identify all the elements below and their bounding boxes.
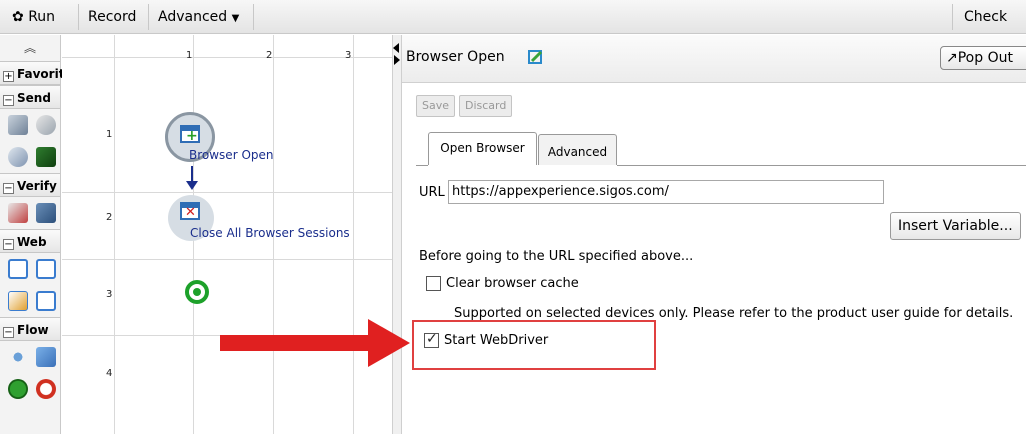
verify-timer-icon[interactable] bbox=[8, 203, 28, 223]
close-sessions-label[interactable]: Close All Browser Sessions bbox=[190, 226, 350, 240]
web-navigate-icon[interactable] bbox=[8, 259, 28, 279]
collapse-icon: − bbox=[3, 95, 14, 106]
row-number: 4 bbox=[106, 368, 113, 379]
tab-advanced[interactable]: Advanced bbox=[538, 134, 617, 165]
section-label: Web bbox=[17, 235, 47, 249]
palette-section-favorites[interactable]: + Favorites bbox=[0, 61, 80, 85]
run-button[interactable]: ✿ Run bbox=[4, 0, 63, 34]
collapse-icon: − bbox=[3, 239, 14, 250]
action-palette: ︽ + Favorites − Send − Verify − Web − Flow bbox=[0, 35, 80, 434]
advanced-label: Advanced bbox=[158, 9, 228, 25]
send-sms-icon[interactable] bbox=[8, 115, 28, 135]
url-field[interactable]: https://appexperience.sigos.com/ bbox=[448, 180, 884, 204]
web-click-icon[interactable] bbox=[36, 291, 56, 311]
palette-section-send[interactable]: − Send bbox=[0, 85, 60, 109]
pop-out-label: Pop Out bbox=[957, 50, 1013, 66]
send-data-icon[interactable] bbox=[36, 147, 56, 167]
splitter-arrow-icon bbox=[393, 43, 399, 53]
palette-section-flow[interactable]: − Flow bbox=[0, 317, 60, 341]
row-number: 1 bbox=[106, 129, 113, 140]
browser-add-icon: + bbox=[180, 125, 200, 143]
gear-icon: ✿ bbox=[12, 9, 24, 25]
advanced-menu[interactable]: Advanced ▼ bbox=[150, 0, 247, 34]
scroll-up-icon[interactable]: ︽ bbox=[0, 35, 60, 61]
insert-variable-button[interactable]: Insert Variable... bbox=[890, 212, 1021, 240]
section-label: Verify bbox=[17, 179, 57, 193]
column-number: 3 bbox=[345, 50, 352, 61]
discard-button[interactable]: Discard bbox=[459, 95, 513, 117]
send-voice-icon[interactable] bbox=[8, 147, 28, 167]
flow-script-icon[interactable] bbox=[36, 347, 56, 367]
palette-section-verify[interactable]: − Verify bbox=[0, 173, 60, 197]
check-in-button[interactable]: Check in bbox=[956, 0, 1026, 59]
record-label: Record bbox=[88, 9, 137, 25]
web-timer-icon[interactable] bbox=[36, 259, 56, 279]
section-label: Send bbox=[17, 91, 51, 105]
url-label: URL bbox=[419, 185, 445, 200]
column-number: 2 bbox=[266, 50, 273, 61]
clear-cache-label[interactable]: Clear browser cache bbox=[446, 276, 579, 291]
edit-icon[interactable] bbox=[528, 49, 544, 65]
flow-canvas[interactable]: 1 2 3 1 2 3 4 + Browser Open ✕ Close All… bbox=[62, 35, 392, 434]
flow-alarm-icon[interactable] bbox=[36, 379, 56, 399]
clear-cache-checkbox[interactable] bbox=[426, 276, 441, 291]
send-call-icon[interactable] bbox=[36, 115, 56, 135]
supported-note: Supported on selected devices only. Plea… bbox=[454, 306, 1014, 321]
browser-open-label[interactable]: Browser Open bbox=[189, 148, 274, 162]
row-number: 3 bbox=[106, 289, 113, 300]
collapse-icon: − bbox=[3, 327, 14, 338]
tab-open-browser[interactable]: Open Browser bbox=[428, 132, 537, 165]
panel-header: Browser Open ↗Pop Out bbox=[402, 35, 1026, 83]
annotation-highlight-box bbox=[412, 320, 656, 370]
before-url-text: Before going to the URL specified above.… bbox=[419, 249, 694, 264]
arrowhead-icon bbox=[186, 181, 198, 190]
record-button[interactable]: Record bbox=[80, 0, 144, 34]
pop-out-button[interactable]: ↗Pop Out bbox=[940, 46, 1026, 70]
flow-branch-icon[interactable] bbox=[8, 347, 28, 367]
annotation-arrow bbox=[220, 335, 370, 351]
splitter-arrow-icon bbox=[394, 55, 400, 65]
column-number: 1 bbox=[186, 50, 193, 61]
run-label: Run bbox=[28, 9, 56, 25]
end-node-icon[interactable] bbox=[185, 280, 209, 304]
web-edit-icon[interactable] bbox=[8, 291, 28, 311]
flow-loop-icon[interactable] bbox=[8, 379, 28, 399]
panel-title: Browser Open bbox=[406, 49, 505, 65]
save-button[interactable]: Save bbox=[416, 95, 456, 117]
browser-close-icon: ✕ bbox=[180, 202, 200, 220]
dropdown-arrow-icon: ▼ bbox=[231, 13, 240, 24]
expand-icon: + bbox=[3, 71, 14, 82]
palette-section-web[interactable]: − Web bbox=[0, 229, 60, 253]
collapse-icon: − bbox=[3, 183, 14, 194]
properties-panel: Browser Open ↗Pop Out Save Discard Open … bbox=[402, 35, 1026, 434]
section-label: Flow bbox=[17, 323, 49, 337]
row-number: 2 bbox=[106, 212, 113, 223]
annotation-arrowhead-icon bbox=[368, 319, 410, 367]
pop-out-icon: ↗ bbox=[946, 50, 958, 66]
toolbar: ✿ Run Record Advanced ▼ Check in bbox=[0, 0, 1026, 59]
pane-splitter[interactable] bbox=[392, 35, 402, 434]
verify-signal-icon[interactable] bbox=[36, 203, 56, 223]
